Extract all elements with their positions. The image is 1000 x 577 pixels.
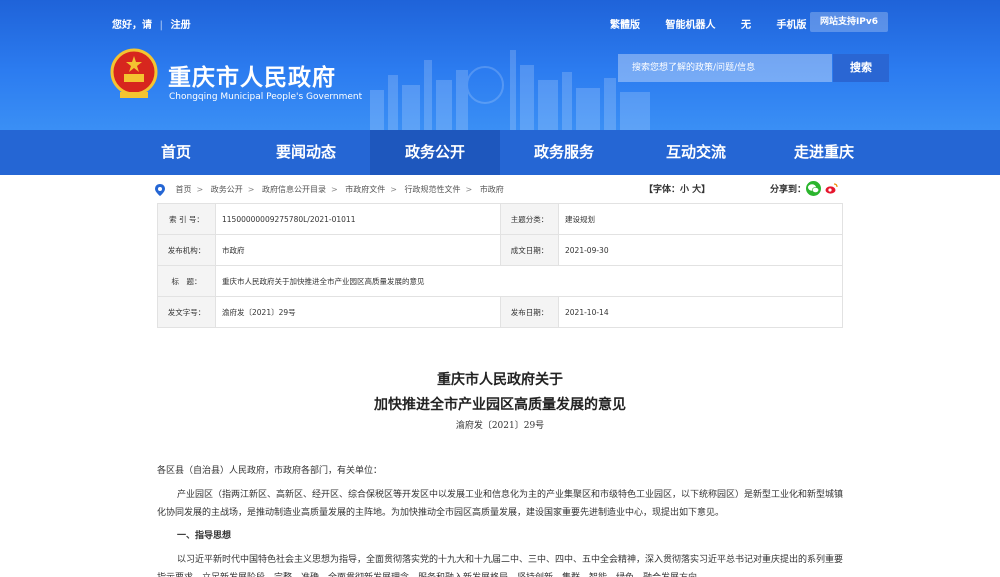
- meta-label: 标 题：: [157, 265, 216, 297]
- meta-value-topic: 建设规划: [558, 203, 843, 235]
- search-input[interactable]: 搜索您想了解的政策/问题/信息: [618, 54, 832, 82]
- breadcrumb-item[interactable]: 首页: [176, 185, 192, 194]
- mobile-link[interactable]: 手机版: [776, 20, 806, 31]
- site-header: 您好，请 | 注册 繁體版 智能机器人 无 手机版 网站支持IPv6 重庆市人民…: [0, 0, 1000, 130]
- separator: |: [159, 20, 164, 31]
- wechat-icon[interactable]: [806, 181, 821, 196]
- meta-label: 发文字号：: [157, 296, 216, 328]
- city-skyline-decoration: [370, 50, 650, 130]
- nav-item-interaction[interactable]: 互动交流: [640, 130, 752, 175]
- breadcrumb-sep: >: [247, 185, 255, 194]
- meta-value-created: 2021-09-30: [558, 234, 843, 266]
- main-nav: 首页 要闻动态 政务公开 政务服务 互动交流 走进重庆: [0, 130, 1000, 175]
- meta-value-docno: 渝府发〔2021〕29号: [215, 296, 501, 328]
- document-meta-table: 索 引 号： 11500000009275780L/2021-01011 主题分…: [157, 203, 843, 328]
- table-row: 标 题： 重庆市人民政府关于加快推进全市产业园区高质量发展的意见: [157, 265, 843, 297]
- location-pin-icon: [155, 183, 165, 196]
- article-title-line2: 加快推进全市产业园区高质量发展的意见: [374, 397, 626, 413]
- breadcrumb-sep: >: [196, 185, 204, 194]
- breadcrumb-item[interactable]: 市政府文件: [345, 185, 385, 194]
- accessibility-link[interactable]: 无: [741, 20, 751, 31]
- site-logo-title[interactable]: 重庆市人民政府: [168, 58, 336, 92]
- nav-item-services[interactable]: 政务服务: [508, 130, 620, 175]
- breadcrumb-item[interactable]: 政府信息公开目录: [262, 185, 326, 194]
- register-link[interactable]: 注册: [171, 20, 191, 31]
- meta-label: 主题分类：: [500, 203, 559, 235]
- weibo-icon[interactable]: [824, 181, 839, 196]
- meta-value-org: 市政府: [215, 234, 501, 266]
- nav-item-gov-affairs[interactable]: 政务公开: [370, 130, 500, 175]
- robot-link[interactable]: 智能机器人: [665, 20, 715, 31]
- breadcrumb-sep: >: [331, 185, 338, 194]
- article-title-line1: 重庆市人民政府关于: [437, 372, 563, 388]
- nav-item-about[interactable]: 走进重庆: [768, 130, 880, 175]
- breadcrumb-item[interactable]: 行政规范性文件: [405, 185, 461, 194]
- share-label: 分享到：: [770, 185, 807, 195]
- top-bar: 您好，请 | 注册 繁體版 智能机器人 无 手机版 网站支持IPv6: [0, 0, 1000, 44]
- search-button[interactable]: 搜索: [833, 54, 889, 82]
- font-size-control[interactable]: 【字体：小 大】: [644, 182, 710, 198]
- traditional-chinese-link[interactable]: 繁體版: [610, 20, 640, 31]
- meta-label: 发布机构：: [157, 234, 216, 266]
- nav-item-home[interactable]: 首页: [120, 130, 232, 175]
- article-section-heading: 一、指导思想: [177, 531, 232, 541]
- breadcrumb-sep: >: [465, 185, 473, 194]
- breadcrumb: 首页 > 政务公开 > 政府信息公开目录 > 市政府文件 > 行政规范性文件 > 市政府: [155, 182, 504, 198]
- article-doc-number: 渝府发〔2021〕29号: [455, 421, 545, 431]
- greeting: 您好，请 | 注册: [112, 16, 195, 31]
- article-addressee: 各区县（自治县）人民政府，市政府各部门，有关单位：: [157, 466, 383, 476]
- meta-value-index: 11500000009275780L/2021-01011: [215, 203, 501, 235]
- breadcrumb-item[interactable]: 市政府: [480, 185, 504, 194]
- top-links: 繁體版 智能机器人 无 手机版: [610, 16, 828, 31]
- table-row: 发布机构： 市政府 成文日期： 2021-09-30: [157, 234, 843, 266]
- breadcrumb-item[interactable]: 政务公开: [211, 185, 243, 194]
- ipv6-badge: 网站支持IPv6: [810, 12, 888, 32]
- meta-label: 成文日期：: [500, 234, 559, 266]
- meta-value-title: 重庆市人民政府关于加快推进全市产业园区高质量发展的意见: [215, 265, 843, 297]
- table-row: 发文字号： 渝府发〔2021〕29号 发布日期： 2021-10-14: [157, 296, 843, 328]
- nav-item-news[interactable]: 要闻动态: [250, 130, 362, 175]
- site-logo-subtitle: Chongqing Municipal People's Government: [169, 92, 363, 102]
- greeting-text: 您好，请: [112, 20, 152, 31]
- article-intro-paragraph: 产业园区（指两江新区、高新区、经开区、综合保税区等开发区中以发展工业和信息化为主…: [157, 490, 844, 518]
- breadcrumb-sep: >: [390, 185, 397, 194]
- meta-label: 发布日期：: [500, 296, 559, 328]
- table-row: 索 引 号： 11500000009275780L/2021-01011 主题分…: [157, 203, 843, 235]
- national-emblem-icon: [110, 48, 158, 98]
- meta-value-published: 2021-10-14: [558, 296, 843, 328]
- meta-label: 索 引 号：: [157, 203, 216, 235]
- article-body-paragraph: 以习近平新时代中国特色社会主义思想为指导，全面贯彻落实党的十九大和十九届二中、三…: [157, 555, 844, 577]
